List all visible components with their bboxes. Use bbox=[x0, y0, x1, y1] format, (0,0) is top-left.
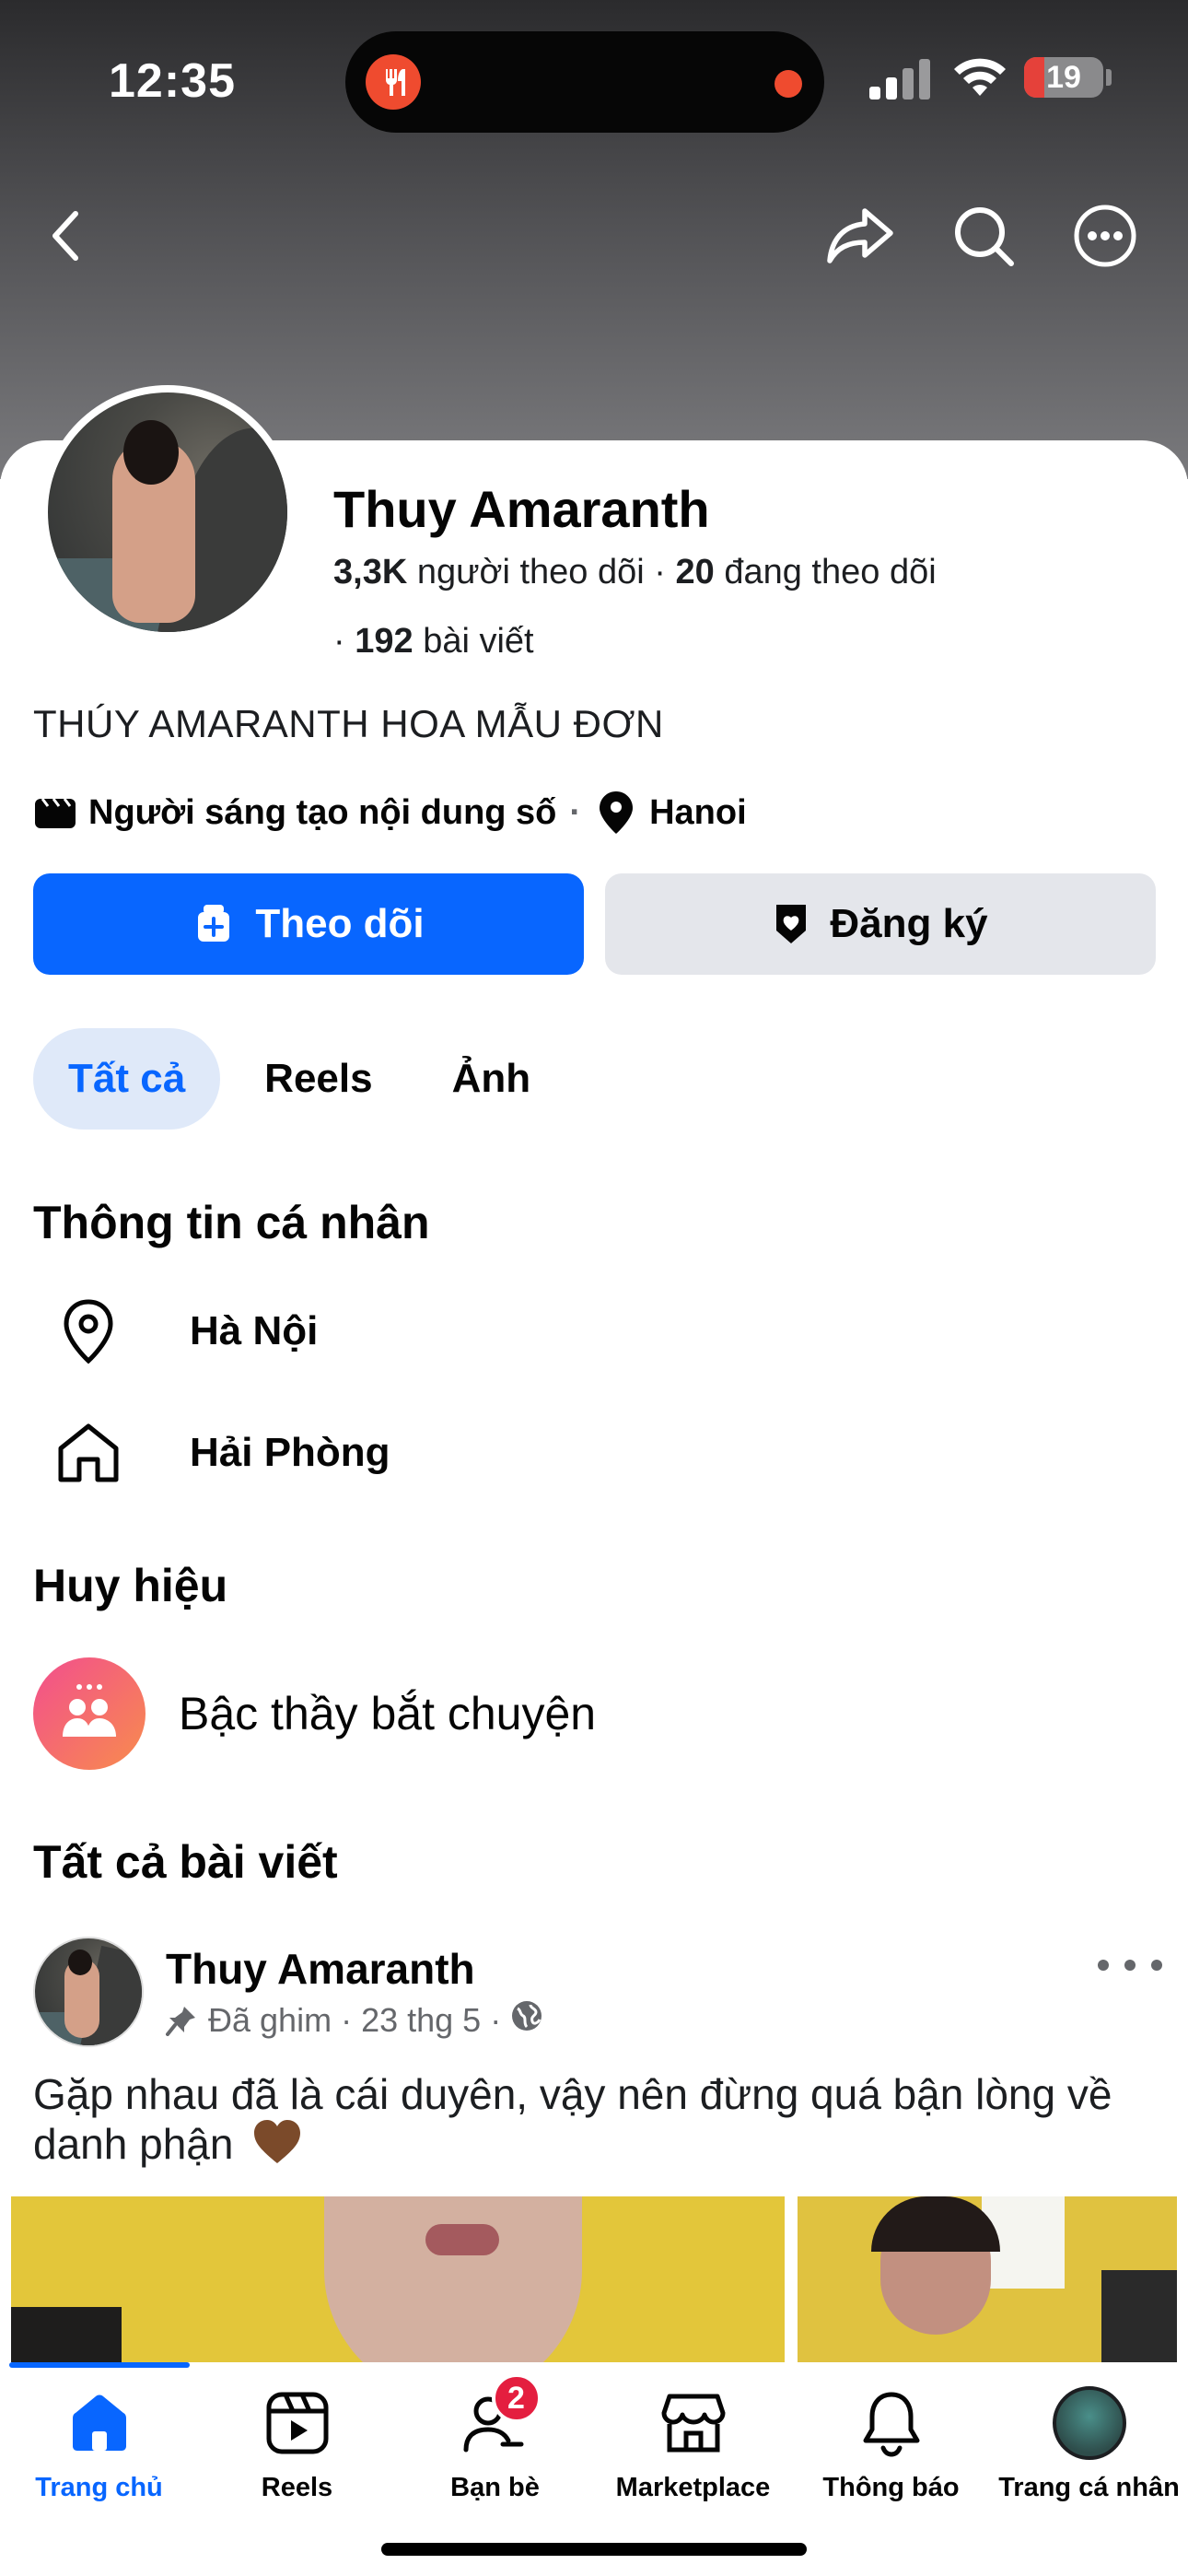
search-icon bbox=[955, 207, 1014, 266]
posts-count: 192 bbox=[355, 622, 413, 661]
tab-all[interactable]: Tất cả bbox=[33, 1028, 221, 1130]
home-icon bbox=[63, 2386, 136, 2460]
post-photo-1[interactable] bbox=[11, 2196, 785, 2362]
tab-photos[interactable]: Ảnh bbox=[417, 1028, 566, 1130]
badge-label: Bậc thầy bắt chuyện bbox=[179, 1688, 597, 1739]
subscribe-button[interactable]: Đăng ký bbox=[605, 873, 1156, 975]
battery-indicator: 19 bbox=[1024, 57, 1103, 98]
follow-button[interactable]: Theo dõi bbox=[33, 873, 584, 975]
pin-icon bbox=[166, 2005, 197, 2036]
nav-profile[interactable]: Trang cá nhân bbox=[990, 2386, 1188, 2515]
profile-tabs: Tất cả Reels Ảnh bbox=[33, 1028, 575, 1130]
more-horizontal-icon bbox=[1074, 205, 1136, 267]
nav-friends-label: Bạn bè bbox=[450, 2473, 540, 2502]
active-tab-indicator bbox=[9, 2362, 190, 2368]
share-icon bbox=[827, 208, 893, 263]
following-count[interactable]: 20 bbox=[675, 553, 714, 591]
pinned-label: Đã ghim bbox=[208, 2000, 332, 2039]
post-date[interactable]: 23 thg 5 bbox=[361, 2001, 481, 2040]
follow-stats: 3,3K người theo dõi · 20 đang theo dõi bbox=[333, 553, 937, 591]
dynamic-island bbox=[345, 31, 824, 133]
search-button[interactable] bbox=[938, 190, 1030, 282]
chevron-left-icon bbox=[52, 211, 78, 261]
location-pin-icon bbox=[594, 790, 638, 835]
personal-info-title: Thông tin cá nhân bbox=[33, 1197, 430, 1248]
status-bar: 12:35 19 bbox=[0, 0, 1188, 157]
profile-meta: Người sáng tạo nội dung số · Hanoi bbox=[33, 790, 747, 835]
nav-reels[interactable]: Reels bbox=[198, 2386, 396, 2515]
nav-home-label: Trang chủ bbox=[35, 2473, 163, 2502]
home-outline-icon bbox=[52, 1416, 125, 1490]
status-time: 12:35 bbox=[109, 54, 236, 108]
location-pin-outline-icon bbox=[52, 1294, 125, 1368]
cellular-signal-icon bbox=[869, 59, 930, 100]
tab-reels[interactable]: Reels bbox=[229, 1028, 407, 1130]
badges-title: Huy hiệu bbox=[33, 1560, 228, 1611]
share-button[interactable] bbox=[814, 190, 906, 282]
nav-profile-label: Trang cá nhân bbox=[998, 2473, 1180, 2502]
post-text-body: Gặp nhau đã là cái duyên, vậy nên đừng q… bbox=[33, 2070, 1112, 2168]
nav-notifications-label: Thông báo bbox=[822, 2473, 960, 2502]
post-meta: Đã ghim · 23 thg 5 · bbox=[166, 1999, 543, 2041]
home-indicator bbox=[381, 2543, 807, 2556]
followers-count[interactable]: 3,3K bbox=[333, 553, 407, 591]
follow-label: Theo dõi bbox=[255, 901, 425, 946]
profile-name: Thuy Amaranth bbox=[333, 480, 710, 538]
post-author-name[interactable]: Thuy Amaranth bbox=[166, 1944, 475, 1994]
posts-stats: · 192 bài viết bbox=[333, 622, 534, 661]
bell-icon bbox=[855, 2386, 928, 2460]
hometown: Hải Phòng bbox=[190, 1430, 390, 1475]
post-photo-2[interactable] bbox=[798, 2196, 1177, 2362]
back-button[interactable] bbox=[20, 190, 112, 282]
info-current-city[interactable]: Hà Nội bbox=[52, 1290, 318, 1373]
clapperboard-icon bbox=[33, 790, 77, 835]
more-options-button[interactable] bbox=[1059, 190, 1151, 282]
nav-marketplace[interactable]: Marketplace bbox=[594, 2386, 792, 2515]
subscribe-label: Đăng ký bbox=[830, 901, 988, 946]
profile-avatar[interactable] bbox=[41, 385, 295, 639]
heart-shield-icon bbox=[773, 903, 809, 945]
profile-category: Người sáng tạo nội dung số bbox=[88, 792, 557, 832]
food-app-icon bbox=[366, 54, 421, 110]
marketplace-icon bbox=[657, 2386, 730, 2460]
brown-heart-icon bbox=[252, 2119, 302, 2175]
profile-location: Hanoi bbox=[649, 792, 747, 832]
info-hometown[interactable]: Hải Phòng bbox=[52, 1411, 390, 1494]
battery-level: 19 bbox=[1046, 60, 1081, 95]
friends-badge: 2 bbox=[491, 2373, 542, 2423]
following-label[interactable]: đang theo dõi bbox=[724, 553, 936, 591]
recording-dot-icon bbox=[775, 70, 802, 98]
globe-icon bbox=[510, 1999, 543, 2041]
nav-reels-label: Reels bbox=[261, 2473, 333, 2502]
conversation-starter-icon bbox=[33, 1657, 146, 1770]
nav-home[interactable]: Trang chủ bbox=[0, 2386, 198, 2515]
current-city: Hà Nội bbox=[190, 1308, 319, 1353]
reels-icon bbox=[261, 2386, 334, 2460]
posts-label: bài viết bbox=[423, 622, 534, 661]
wifi-icon bbox=[954, 58, 1006, 96]
nav-friends[interactable]: 2 Bạn bè bbox=[396, 2373, 594, 2515]
nav-marketplace-label: Marketplace bbox=[615, 2473, 771, 2502]
nav-notifications[interactable]: Thông báo bbox=[792, 2386, 990, 2515]
followers-label[interactable]: người theo dõi bbox=[417, 553, 645, 591]
post-author-avatar[interactable] bbox=[33, 1937, 144, 2047]
all-posts-title: Tất cả bài viết bbox=[33, 1836, 338, 1888]
profile-avatar-icon bbox=[1052, 2386, 1126, 2460]
profile-bio: THÚY AMARANTH HOA MẪU ĐƠN bbox=[33, 702, 664, 745]
friends-icon: 2 bbox=[459, 2373, 542, 2460]
post-text: Gặp nhau đã là cái duyên, vậy nên đừng q… bbox=[33, 2069, 1157, 2175]
badge-item[interactable]: Bậc thầy bắt chuyện bbox=[33, 1657, 596, 1771]
follow-icon bbox=[192, 903, 235, 945]
post-more-button[interactable] bbox=[1098, 1951, 1162, 1979]
